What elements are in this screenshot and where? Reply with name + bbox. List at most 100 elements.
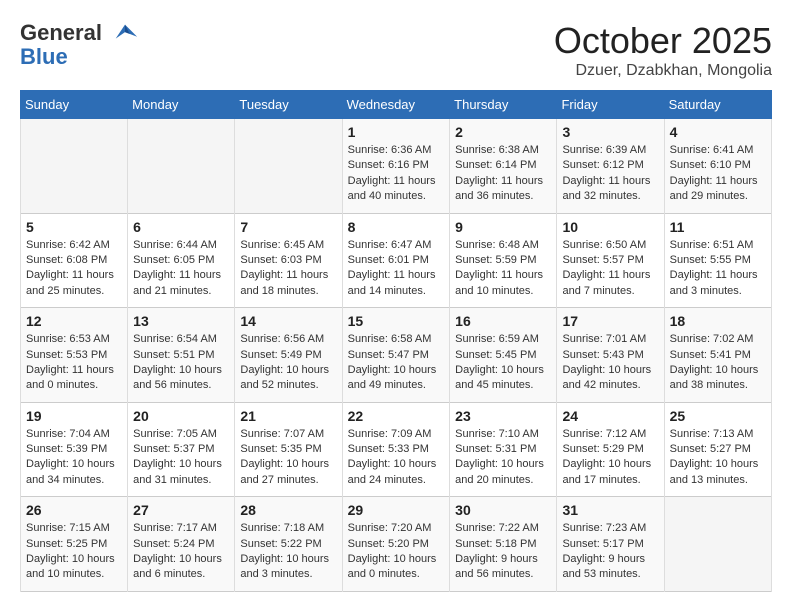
- location: Dzuer, Dzabkhan, Mongolia: [554, 62, 772, 80]
- day-number: 12: [26, 313, 122, 329]
- day-number: 17: [562, 313, 658, 329]
- day-number: 28: [240, 502, 336, 518]
- column-header-tuesday: Tuesday: [235, 91, 342, 119]
- cell-content: Sunrise: 7:01 AM: [562, 332, 658, 347]
- cell-content: Sunset: 5:59 PM: [455, 253, 551, 268]
- calendar-cell: 6Sunrise: 6:44 AMSunset: 6:05 PMDaylight…: [128, 213, 235, 308]
- cell-content: Sunset: 6:10 PM: [670, 158, 766, 173]
- cell-content: Sunrise: 6:50 AM: [562, 238, 658, 253]
- cell-content: Sunset: 6:05 PM: [133, 253, 229, 268]
- cell-content: Daylight: 10 hours and 20 minutes.: [455, 457, 551, 488]
- week-row-5: 26Sunrise: 7:15 AMSunset: 5:25 PMDayligh…: [21, 497, 772, 592]
- cell-content: Daylight: 10 hours and 0 minutes.: [348, 552, 445, 583]
- cell-content: Sunset: 6:14 PM: [455, 158, 551, 173]
- cell-content: Daylight: 11 hours and 0 minutes.: [26, 363, 122, 394]
- calendar-cell: 16Sunrise: 6:59 AMSunset: 5:45 PMDayligh…: [450, 308, 557, 403]
- cell-content: Sunrise: 6:44 AM: [133, 238, 229, 253]
- calendar-cell: 4Sunrise: 6:41 AMSunset: 6:10 PMDaylight…: [664, 119, 771, 214]
- calendar-cell: 29Sunrise: 7:20 AMSunset: 5:20 PMDayligh…: [342, 497, 450, 592]
- cell-content: Sunrise: 6:47 AM: [348, 238, 445, 253]
- cell-content: Sunrise: 7:07 AM: [240, 427, 336, 442]
- day-number: 2: [455, 124, 551, 140]
- day-number: 7: [240, 219, 336, 235]
- cell-content: Sunset: 5:47 PM: [348, 348, 445, 363]
- cell-content: Sunset: 6:12 PM: [562, 158, 658, 173]
- cell-content: Sunrise: 7:12 AM: [562, 427, 658, 442]
- cell-content: Sunrise: 6:45 AM: [240, 238, 336, 253]
- cell-content: Daylight: 11 hours and 29 minutes.: [670, 174, 766, 205]
- calendar-cell: 27Sunrise: 7:17 AMSunset: 5:24 PMDayligh…: [128, 497, 235, 592]
- calendar-cell: 20Sunrise: 7:05 AMSunset: 5:37 PMDayligh…: [128, 402, 235, 497]
- calendar-cell: 1Sunrise: 6:36 AMSunset: 6:16 PMDaylight…: [342, 119, 450, 214]
- day-number: 9: [455, 219, 551, 235]
- cell-content: Daylight: 11 hours and 36 minutes.: [455, 174, 551, 205]
- cell-content: Sunset: 5:43 PM: [562, 348, 658, 363]
- cell-content: Sunrise: 6:54 AM: [133, 332, 229, 347]
- calendar-cell: 14Sunrise: 6:56 AMSunset: 5:49 PMDayligh…: [235, 308, 342, 403]
- day-number: 23: [455, 408, 551, 424]
- calendar-cell: 9 Sunrise: 6:48 AMSunset: 5:59 PMDaylight…: [450, 213, 557, 308]
- calendar-cell: 8Sunrise: 6:47 AMSunset: 6:01 PMDaylight…: [342, 213, 450, 308]
- day-number: 3: [562, 124, 658, 140]
- cell-content: Sunrise: 7:02 AM: [670, 332, 766, 347]
- cell-content: Sunrise: 6:58 AM: [348, 332, 445, 347]
- day-number: 20: [133, 408, 229, 424]
- calendar-cell: 30Sunrise: 7:22 AMSunset: 5:18 PMDayligh…: [450, 497, 557, 592]
- cell-content: Sunrise: 6:36 AM: [348, 143, 445, 158]
- cell-content: Sunset: 5:20 PM: [348, 537, 445, 552]
- cell-content: Sunset: 5:18 PM: [455, 537, 551, 552]
- day-number: 26: [26, 502, 122, 518]
- calendar-cell: 5Sunrise: 6:42 AMSunset: 6:08 PMDaylight…: [21, 213, 128, 308]
- day-number: 31: [562, 502, 658, 518]
- cell-content: Sunset: 5:39 PM: [26, 442, 122, 457]
- cell-content: Sunrise: 7:13 AM: [670, 427, 766, 442]
- cell-content: Sunset: 5:41 PM: [670, 348, 766, 363]
- cell-content: Sunset: 5:17 PM: [562, 537, 658, 552]
- cell-content: Daylight: 10 hours and 56 minutes.: [133, 363, 229, 394]
- day-number: 16: [455, 313, 551, 329]
- cell-content: Sunset: 5:37 PM: [133, 442, 229, 457]
- calendar-cell: 7Sunrise: 6:45 AMSunset: 6:03 PMDaylight…: [235, 213, 342, 308]
- cell-content: Sunrise: 6:59 AM: [455, 332, 551, 347]
- cell-content: Sunset: 5:53 PM: [26, 348, 122, 363]
- day-number: 14: [240, 313, 336, 329]
- calendar-cell: 22Sunrise: 7:09 AMSunset: 5:33 PMDayligh…: [342, 402, 450, 497]
- page-header: General Blue October 2025 Dzuer, Dzabkha…: [20, 20, 772, 80]
- cell-content: Sunrise: 7:23 AM: [562, 521, 658, 536]
- cell-content: Sunrise: 6:48 AM: [455, 238, 551, 253]
- calendar-cell: 31Sunrise: 7:23 AMSunset: 5:17 PMDayligh…: [557, 497, 664, 592]
- cell-content: Daylight: 10 hours and 3 minutes.: [240, 552, 336, 583]
- cell-content: Sunrise: 6:56 AM: [240, 332, 336, 347]
- day-number: 19: [26, 408, 122, 424]
- calendar-cell: 24Sunrise: 7:12 AMSunset: 5:29 PMDayligh…: [557, 402, 664, 497]
- calendar-cell: 12Sunrise: 6:53 AMSunset: 5:53 PMDayligh…: [21, 308, 128, 403]
- cell-content: Daylight: 10 hours and 24 minutes.: [348, 457, 445, 488]
- cell-content: Sunrise: 7:15 AM: [26, 521, 122, 536]
- day-number: 10: [562, 219, 658, 235]
- title-block: October 2025 Dzuer, Dzabkhan, Mongolia: [554, 20, 772, 80]
- cell-content: Sunrise: 7:05 AM: [133, 427, 229, 442]
- day-number: 27: [133, 502, 229, 518]
- cell-content: Daylight: 11 hours and 10 minutes.: [455, 268, 551, 299]
- calendar-cell: 3Sunrise: 6:39 AMSunset: 6:12 PMDaylight…: [557, 119, 664, 214]
- cell-content: Sunset: 6:16 PM: [348, 158, 445, 173]
- cell-content: Daylight: 10 hours and 27 minutes.: [240, 457, 336, 488]
- cell-content: Daylight: 10 hours and 45 minutes.: [455, 363, 551, 394]
- week-row-2: 5Sunrise: 6:42 AMSunset: 6:08 PMDaylight…: [21, 213, 772, 308]
- calendar-cell: 13Sunrise: 6:54 AMSunset: 5:51 PMDayligh…: [128, 308, 235, 403]
- cell-content: Sunset: 6:01 PM: [348, 253, 445, 268]
- cell-content: Sunrise: 6:51 AM: [670, 238, 766, 253]
- calendar-cell: [128, 119, 235, 214]
- cell-content: Daylight: 10 hours and 17 minutes.: [562, 457, 658, 488]
- cell-content: Sunset: 5:31 PM: [455, 442, 551, 457]
- cell-content: Daylight: 11 hours and 25 minutes.: [26, 268, 122, 299]
- calendar-cell: 18Sunrise: 7:02 AMSunset: 5:41 PMDayligh…: [664, 308, 771, 403]
- cell-content: Sunrise: 7:22 AM: [455, 521, 551, 536]
- calendar-cell: 10Sunrise: 6:50 AMSunset: 5:57 PMDayligh…: [557, 213, 664, 308]
- cell-content: Daylight: 10 hours and 10 minutes.: [26, 552, 122, 583]
- cell-content: Daylight: 10 hours and 34 minutes.: [26, 457, 122, 488]
- day-number: 11: [670, 219, 766, 235]
- cell-content: Sunset: 5:49 PM: [240, 348, 336, 363]
- day-number: 13: [133, 313, 229, 329]
- cell-content: Daylight: 10 hours and 6 minutes.: [133, 552, 229, 583]
